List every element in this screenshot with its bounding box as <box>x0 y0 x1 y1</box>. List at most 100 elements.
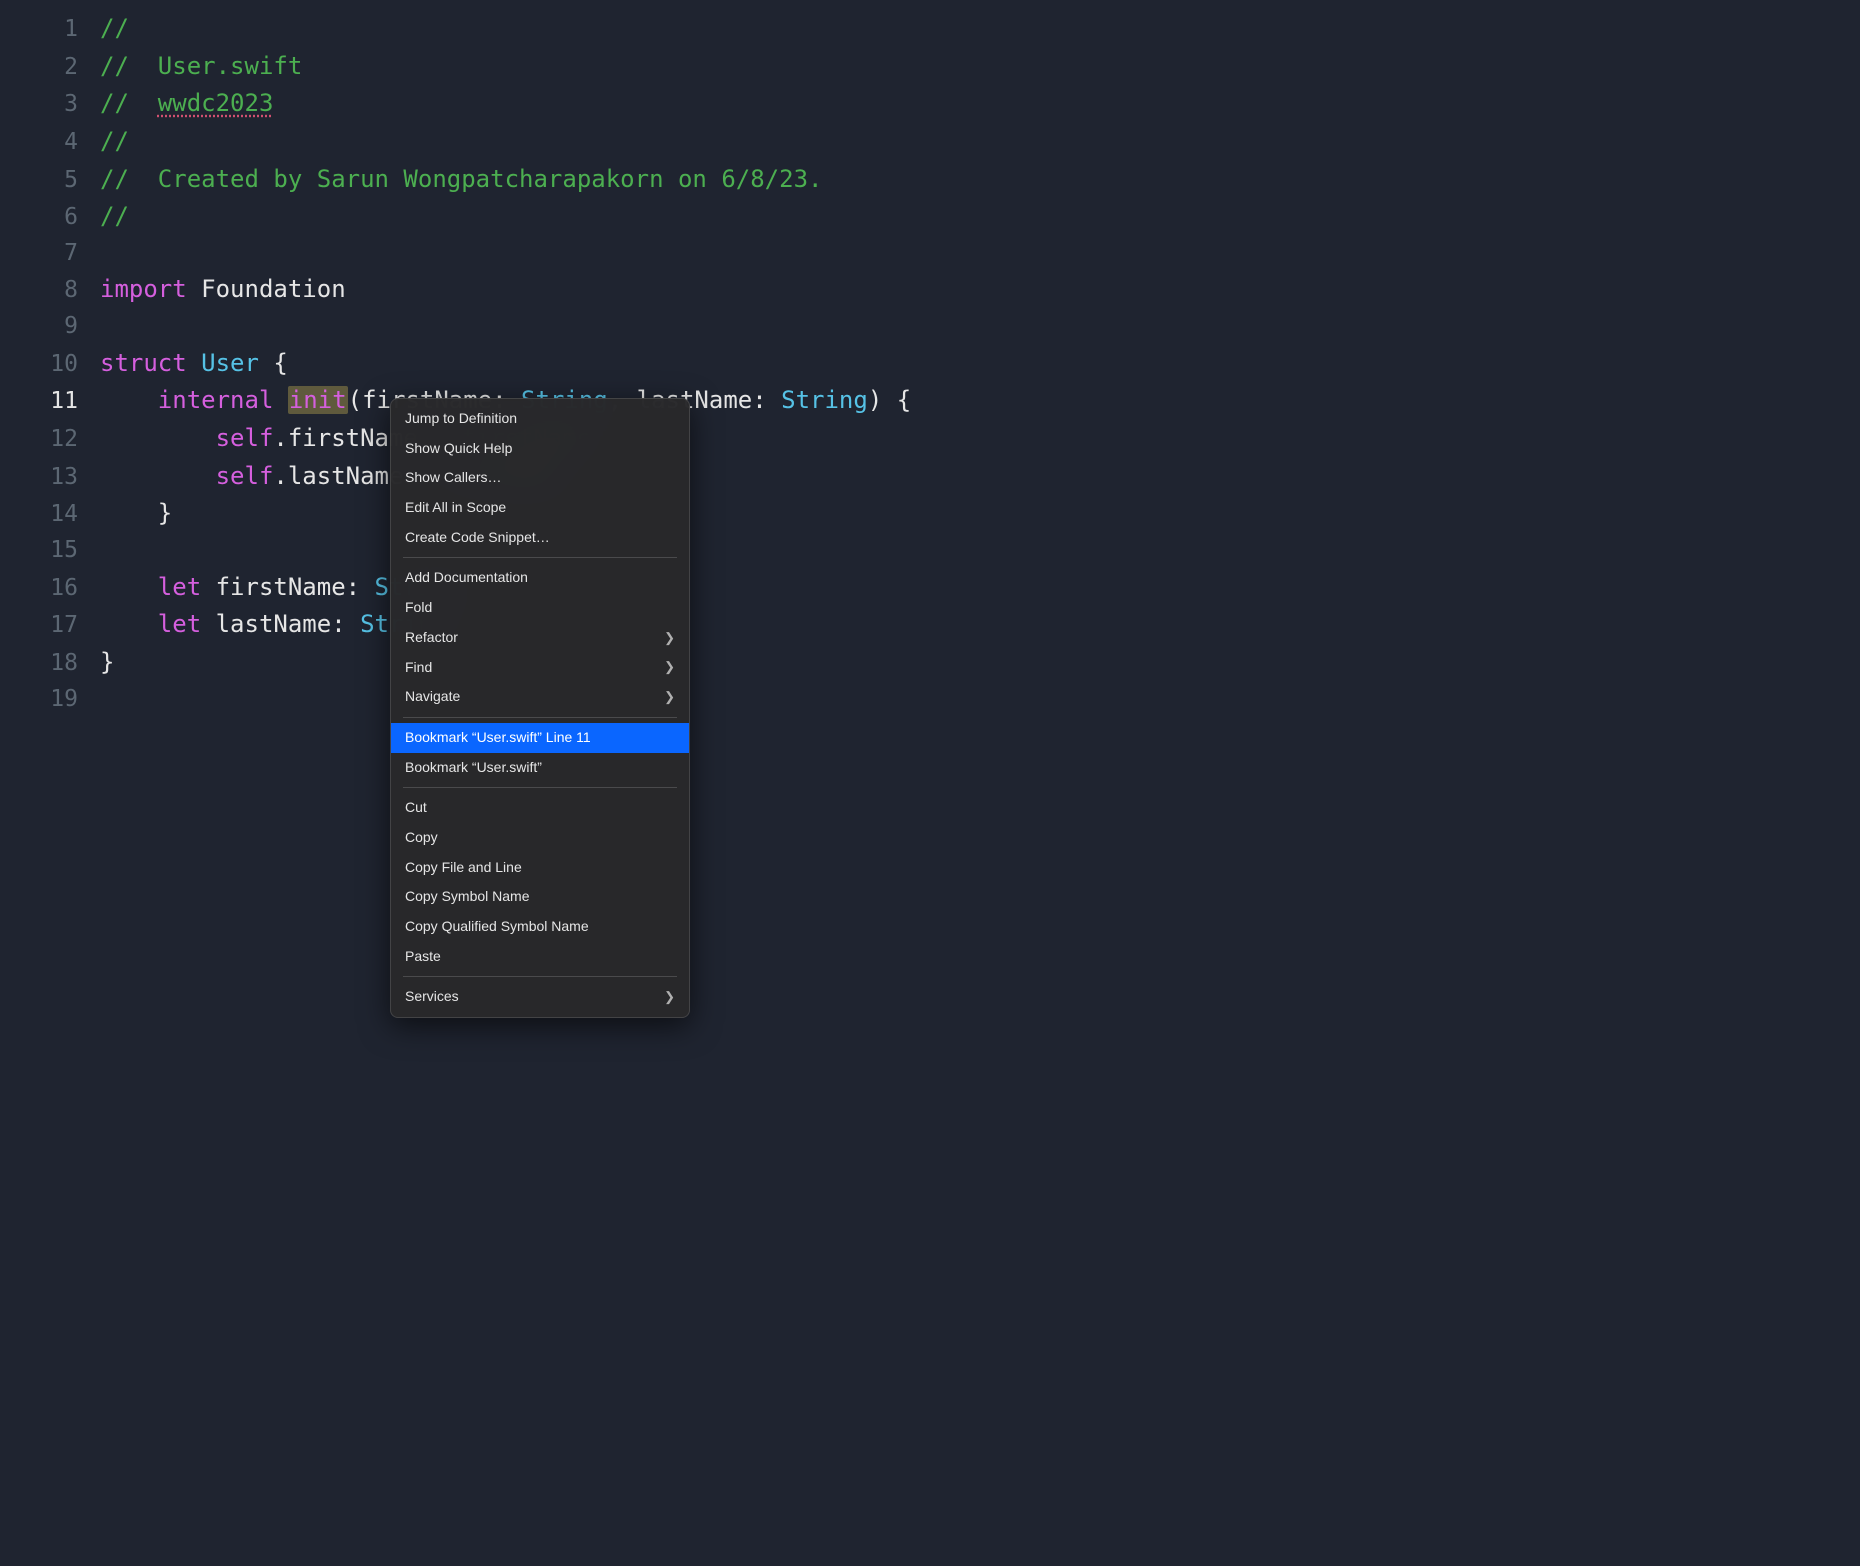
line-number: 14 <box>0 497 100 533</box>
code-content[interactable]: // <box>100 198 1860 235</box>
menu-item[interactable]: Edit All in Scope <box>391 493 689 523</box>
code-content[interactable]: self.lastName = lastName <box>100 458 1860 495</box>
menu-item-label: Copy Symbol Name <box>405 886 530 908</box>
menu-item-label: Cut <box>405 797 427 819</box>
code-token: } <box>100 499 172 527</box>
menu-item-label: Show Quick Help <box>405 438 512 460</box>
menu-item[interactable]: Show Callers… <box>391 463 689 493</box>
code-token: internal <box>158 386 274 414</box>
menu-item[interactable]: Create Code Snippet… <box>391 523 689 553</box>
code-line[interactable]: 17 let lastName: String <box>0 606 1860 644</box>
line-number: 4 <box>0 125 100 161</box>
code-content[interactable]: internal init(firstName: String, lastNam… <box>100 382 1860 419</box>
code-token: Foundation <box>187 275 346 303</box>
menu-item-label: Navigate <box>405 686 460 708</box>
line-number: 3 <box>0 87 100 123</box>
code-token: firstName: <box>201 573 374 601</box>
code-content[interactable]: import Foundation <box>100 271 1860 308</box>
code-token: let <box>158 573 201 601</box>
menu-separator <box>403 976 677 977</box>
line-number: 19 <box>0 682 100 718</box>
menu-separator <box>403 717 677 718</box>
code-content[interactable]: // <box>100 123 1860 160</box>
code-content[interactable]: } <box>100 495 1860 532</box>
code-line[interactable]: 2// User.swift <box>0 48 1860 86</box>
context-menu[interactable]: Jump to Definition Show Quick Help Show Ca… <box>390 398 690 1018</box>
menu-item-label: Services <box>405 986 459 1008</box>
line-number: 2 <box>0 50 100 86</box>
code-token: init <box>288 386 348 414</box>
code-content[interactable]: // <box>100 10 1860 47</box>
menu-item[interactable]: Paste <box>391 942 689 972</box>
code-line[interactable]: 13 self.lastName = lastName <box>0 458 1860 496</box>
code-line[interactable]: 18} <box>0 644 1860 682</box>
menu-separator <box>403 557 677 558</box>
code-content[interactable]: // Created by Sarun Wongpatcharapakorn o… <box>100 161 1860 198</box>
code-line[interactable]: 4// <box>0 123 1860 161</box>
code-token: self <box>216 462 274 490</box>
code-content[interactable]: let lastName: String <box>100 606 1860 643</box>
code-line[interactable]: 12 self.firstName = firstName <box>0 420 1860 458</box>
line-number: 10 <box>0 347 100 383</box>
menu-item[interactable]: Show Quick Help <box>391 434 689 464</box>
line-number: 12 <box>0 422 100 458</box>
code-token <box>100 424 216 452</box>
menu-item[interactable]: Jump to Definition <box>391 404 689 434</box>
menu-item[interactable]: Copy File and Line <box>391 853 689 883</box>
code-editor[interactable]: 1//2// User.swift3// wwdc20234//5// Crea… <box>0 10 1860 717</box>
code-line[interactable]: 8import Foundation <box>0 271 1860 309</box>
line-number: 15 <box>0 533 100 569</box>
line-number: 11 <box>0 384 100 420</box>
line-number: 1 <box>0 12 100 48</box>
code-content[interactable]: struct User { <box>100 345 1860 382</box>
menu-item[interactable]: Copy <box>391 823 689 853</box>
code-line[interactable]: 1// <box>0 10 1860 48</box>
code-token <box>273 386 287 414</box>
menu-item[interactable]: Copy Qualified Symbol Name <box>391 912 689 942</box>
code-line[interactable]: 16 let firstName: String <box>0 569 1860 607</box>
line-number: 7 <box>0 236 100 272</box>
chevron-right-icon: ❯ <box>664 657 675 677</box>
code-line[interactable]: 9 <box>0 309 1860 345</box>
menu-item-label: Edit All in Scope <box>405 497 506 519</box>
code-line[interactable]: 5// Created by Sarun Wongpatcharapakorn … <box>0 161 1860 199</box>
line-number: 13 <box>0 460 100 496</box>
menu-item-label: Copy File and Line <box>405 857 522 879</box>
code-line[interactable]: 10struct User { <box>0 345 1860 383</box>
menu-item[interactable]: Cut <box>391 793 689 823</box>
code-content[interactable]: let firstName: String <box>100 569 1860 606</box>
menu-item-label: Bookmark “User.swift” Line 11 <box>405 727 591 749</box>
code-line[interactable]: 7 <box>0 236 1860 272</box>
code-line[interactable]: 15 <box>0 533 1860 569</box>
menu-item[interactable]: Find❯ <box>391 653 689 683</box>
menu-item[interactable]: Bookmark “User.swift” Line 11 <box>391 723 689 753</box>
code-content[interactable]: // User.swift <box>100 48 1860 85</box>
code-line[interactable]: 19 <box>0 682 1860 718</box>
code-token: struct <box>100 349 187 377</box>
code-token: import <box>100 275 187 303</box>
menu-item[interactable]: Navigate❯ <box>391 682 689 712</box>
line-number: 18 <box>0 646 100 682</box>
menu-item[interactable]: Bookmark “User.swift” <box>391 753 689 783</box>
menu-item[interactable]: Copy Symbol Name <box>391 882 689 912</box>
menu-separator <box>403 787 677 788</box>
code-content[interactable]: } <box>100 644 1860 681</box>
code-line[interactable]: 14 } <box>0 495 1860 533</box>
code-token <box>100 462 216 490</box>
code-content[interactable]: // wwdc2023 <box>100 85 1860 122</box>
code-token: // Created by Sarun Wongpatcharapakorn o… <box>100 165 822 193</box>
code-content[interactable]: self.firstName = firstName <box>100 420 1860 457</box>
code-token: lastName: <box>201 610 360 638</box>
menu-item[interactable]: Add Documentation <box>391 563 689 593</box>
menu-item[interactable]: Services❯ <box>391 982 689 1012</box>
menu-item[interactable]: Refactor❯ <box>391 623 689 653</box>
code-line[interactable]: 3// wwdc2023 <box>0 85 1860 123</box>
code-token: User.swift <box>158 52 303 80</box>
code-token: // <box>100 202 129 230</box>
code-token: { <box>259 349 288 377</box>
code-line[interactable]: 11 internal init(firstName: String, last… <box>0 382 1860 420</box>
menu-item[interactable]: Fold <box>391 593 689 623</box>
code-token: String <box>781 386 868 414</box>
code-token: wwdc2023 <box>158 89 274 117</box>
code-line[interactable]: 6// <box>0 198 1860 236</box>
